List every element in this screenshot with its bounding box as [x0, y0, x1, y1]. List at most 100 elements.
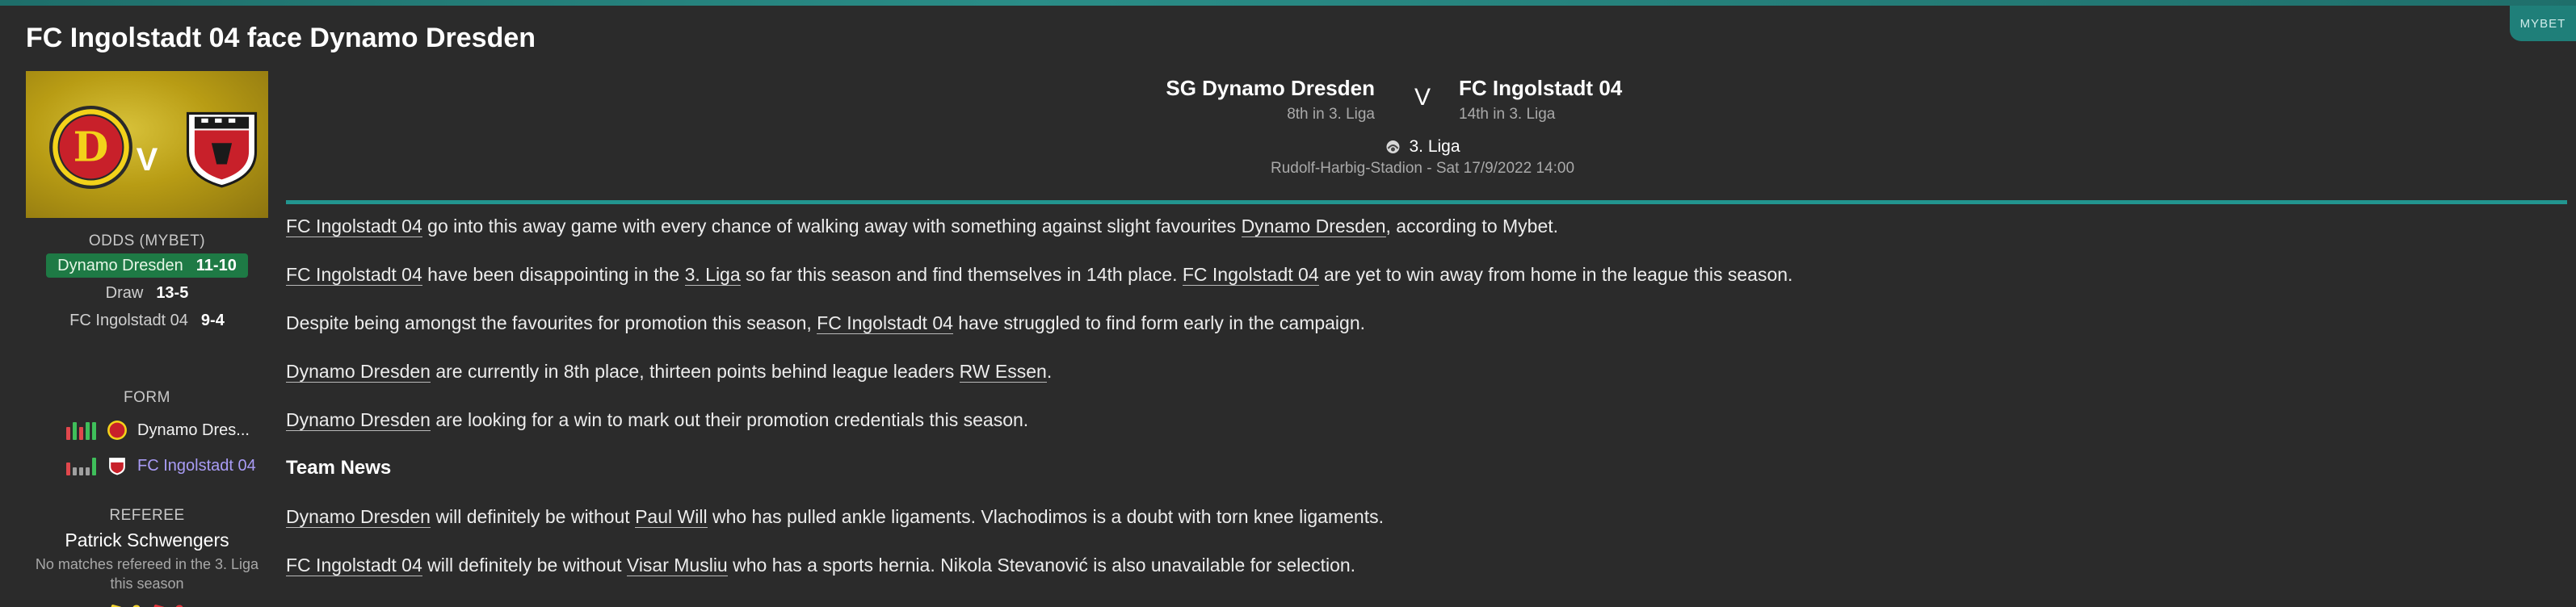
team-news-heading: Team News [286, 457, 392, 479]
news-text: have been disappointing in the [422, 264, 685, 285]
news-text: . [1046, 361, 1053, 382]
player-link[interactable]: Visar Musliu [626, 555, 728, 576]
referee-note: No matches refereed in the 3. Liga this … [35, 556, 259, 592]
fixture-home[interactable]: SG Dynamo Dresden 8th in 3. Liga [1166, 76, 1375, 123]
referee-cards: 0 0 [26, 601, 268, 607]
match-preview-main: SG Dynamo Dresden 8th in 3. Liga V FC In… [286, 71, 2567, 577]
form-result-bar [86, 422, 90, 440]
news-text: is also unavailable for selection. [1087, 555, 1356, 576]
red-card-count: 0 [174, 601, 184, 607]
odds-draw-price: 13-5 [156, 283, 189, 302]
news-paragraph: FC Ingolstadt 04 will definitely be with… [286, 553, 2567, 577]
news-text: so far this season and find themselves i… [740, 264, 1183, 285]
news-paragraph: Dynamo Dresden will definitely be withou… [286, 504, 2567, 529]
odds-away[interactable]: FC Ingolstadt 04 9-4 [26, 308, 268, 333]
competition-logo-icon [1386, 140, 1400, 153]
news-text: are looking for a win to mark out their … [430, 409, 1029, 430]
top-accent-strip [0, 0, 2576, 6]
hero-vs-label: V [136, 142, 158, 178]
referee-label: REFEREE [109, 507, 185, 524]
odds-away-price: 9-4 [200, 311, 225, 329]
fixture-v-label: V [1414, 84, 1431, 111]
preview-text: FC Ingolstadt 04 go into this away game … [286, 214, 2567, 577]
odds-label: ODDS (MYBET) [88, 232, 206, 249]
news-text: are yet to win away from home in the lea… [1318, 264, 1793, 285]
venue-datetime: Rudolf-Harbig-Stadion - Sat 17/9/2022 14… [1270, 160, 1575, 177]
news-text: are currently in 8th place, thirteen poi… [430, 361, 960, 382]
odds-home[interactable]: Dynamo Dresden 11-10 [46, 253, 248, 278]
form-result-bar [79, 427, 83, 440]
competition-link[interactable]: 3. Liga [684, 264, 741, 286]
referee-name[interactable]: Patrick Schwengers [26, 530, 268, 551]
team-link[interactable]: Dynamo Dresden [286, 409, 431, 431]
news-text: is a doubt with torn knee ligaments. [1087, 506, 1384, 527]
team-link[interactable]: FC Ingolstadt 04 [817, 312, 953, 334]
form-result-bar [66, 427, 70, 440]
news-paragraph: FC Ingolstadt 04 go into this away game … [286, 214, 2567, 238]
news-text: will definitely be without [430, 506, 636, 527]
news-text: Despite being amongst the favourites for… [286, 312, 817, 333]
yellow-card-icon [107, 604, 122, 607]
competition-name: 3. Liga [1409, 137, 1460, 156]
sponsor-tab[interactable]: MYBET [2510, 6, 2576, 41]
match-sidebar: D V ODDS (MYBET) Dynamo Dresden 11-10 Dr… [26, 71, 268, 607]
form-row-home[interactable]: Dynamo Dres... [26, 418, 268, 442]
team-link[interactable]: RW Essen [959, 361, 1047, 383]
form-bars-away [66, 456, 99, 475]
team-link[interactable]: FC Ingolstadt 04 [286, 264, 422, 286]
team-link[interactable]: Dynamo Dresden [286, 361, 431, 383]
news-paragraph: Despite being amongst the favourites for… [286, 311, 2567, 335]
form-row-away[interactable]: FC Ingolstadt 04 [26, 454, 268, 478]
player-name: Nikola Stevanović [940, 555, 1088, 576]
fc-ingolstadt-crest-icon[interactable] [179, 105, 264, 190]
fixture-away[interactable]: FC Ingolstadt 04 14th in 3. Liga [1459, 76, 1622, 123]
fixture-header: SG Dynamo Dresden 8th in 3. Liga V FC In… [286, 71, 2567, 200]
news-text: who has a sports hernia. [727, 555, 941, 576]
team-link[interactable]: FC Ingolstadt 04 [286, 216, 422, 237]
fc-ingolstadt-mini-crest-icon [109, 458, 125, 475]
team-link[interactable]: FC Ingolstadt 04 [1182, 264, 1319, 286]
form-result-bar [86, 467, 90, 475]
team-link[interactable]: Dynamo Dresden [1241, 216, 1386, 237]
player-name: Vlachodimos [981, 506, 1088, 527]
team-link[interactable]: Dynamo Dresden [286, 506, 431, 528]
page-title: FC Ingolstadt 04 face Dynamo Dresden [26, 23, 536, 53]
home-team-name[interactable]: SG Dynamo Dresden [1166, 76, 1375, 101]
home-team-position: 8th in 3. Liga [1287, 106, 1375, 123]
news-text: , according to Mybet. [1385, 216, 1559, 237]
form-result-bar [66, 463, 70, 475]
odds-draw[interactable]: Draw 13-5 [26, 281, 268, 305]
form-result-bar [73, 467, 77, 475]
form-bars-home [66, 421, 99, 440]
form-team-home[interactable]: Dynamo Dres... [137, 421, 250, 440]
news-text: go into this away game with every chance… [422, 216, 1242, 237]
dynamo-dresden-mini-crest-icon [107, 421, 127, 440]
red-card-icon [151, 604, 165, 607]
odds-draw-name: Draw [105, 283, 144, 302]
form-team-away[interactable]: FC Ingolstadt 04 [137, 457, 256, 475]
team-link[interactable]: FC Ingolstadt 04 [286, 555, 422, 576]
player-link[interactable]: Paul Will [635, 506, 708, 528]
dynamo-dresden-crest-icon[interactable]: D [48, 105, 133, 190]
odds-home-name: Dynamo Dresden [57, 256, 183, 274]
match-hero-image: D V [26, 71, 268, 218]
svg-text:D: D [74, 123, 109, 170]
form-result-bar [92, 422, 96, 440]
news-paragraph: Dynamo Dresden are looking for a win to … [286, 408, 2567, 432]
section-divider [286, 200, 2567, 204]
yellow-card-count: 0 [132, 601, 141, 607]
news-text: will definitely be without [422, 555, 627, 576]
news-text: have struggled to find form early in the… [952, 312, 1366, 333]
news-text: who has pulled ankle ligaments. [707, 506, 981, 527]
form-result-bar [73, 422, 77, 440]
news-paragraph: Dynamo Dresden are currently in 8th plac… [286, 359, 2567, 383]
competition[interactable]: 3. Liga [1385, 137, 1460, 157]
form-label: FORM [124, 389, 170, 406]
form-result-bar [79, 467, 83, 475]
away-team-name[interactable]: FC Ingolstadt 04 [1459, 76, 1622, 101]
odds-away-name: FC Ingolstadt 04 [69, 311, 188, 329]
away-team-position: 14th in 3. Liga [1459, 106, 1556, 123]
odds-home-price: 11-10 [195, 256, 237, 274]
form-result-bar [92, 458, 96, 475]
news-paragraph: FC Ingolstadt 04 have been disappointing… [286, 262, 2567, 287]
